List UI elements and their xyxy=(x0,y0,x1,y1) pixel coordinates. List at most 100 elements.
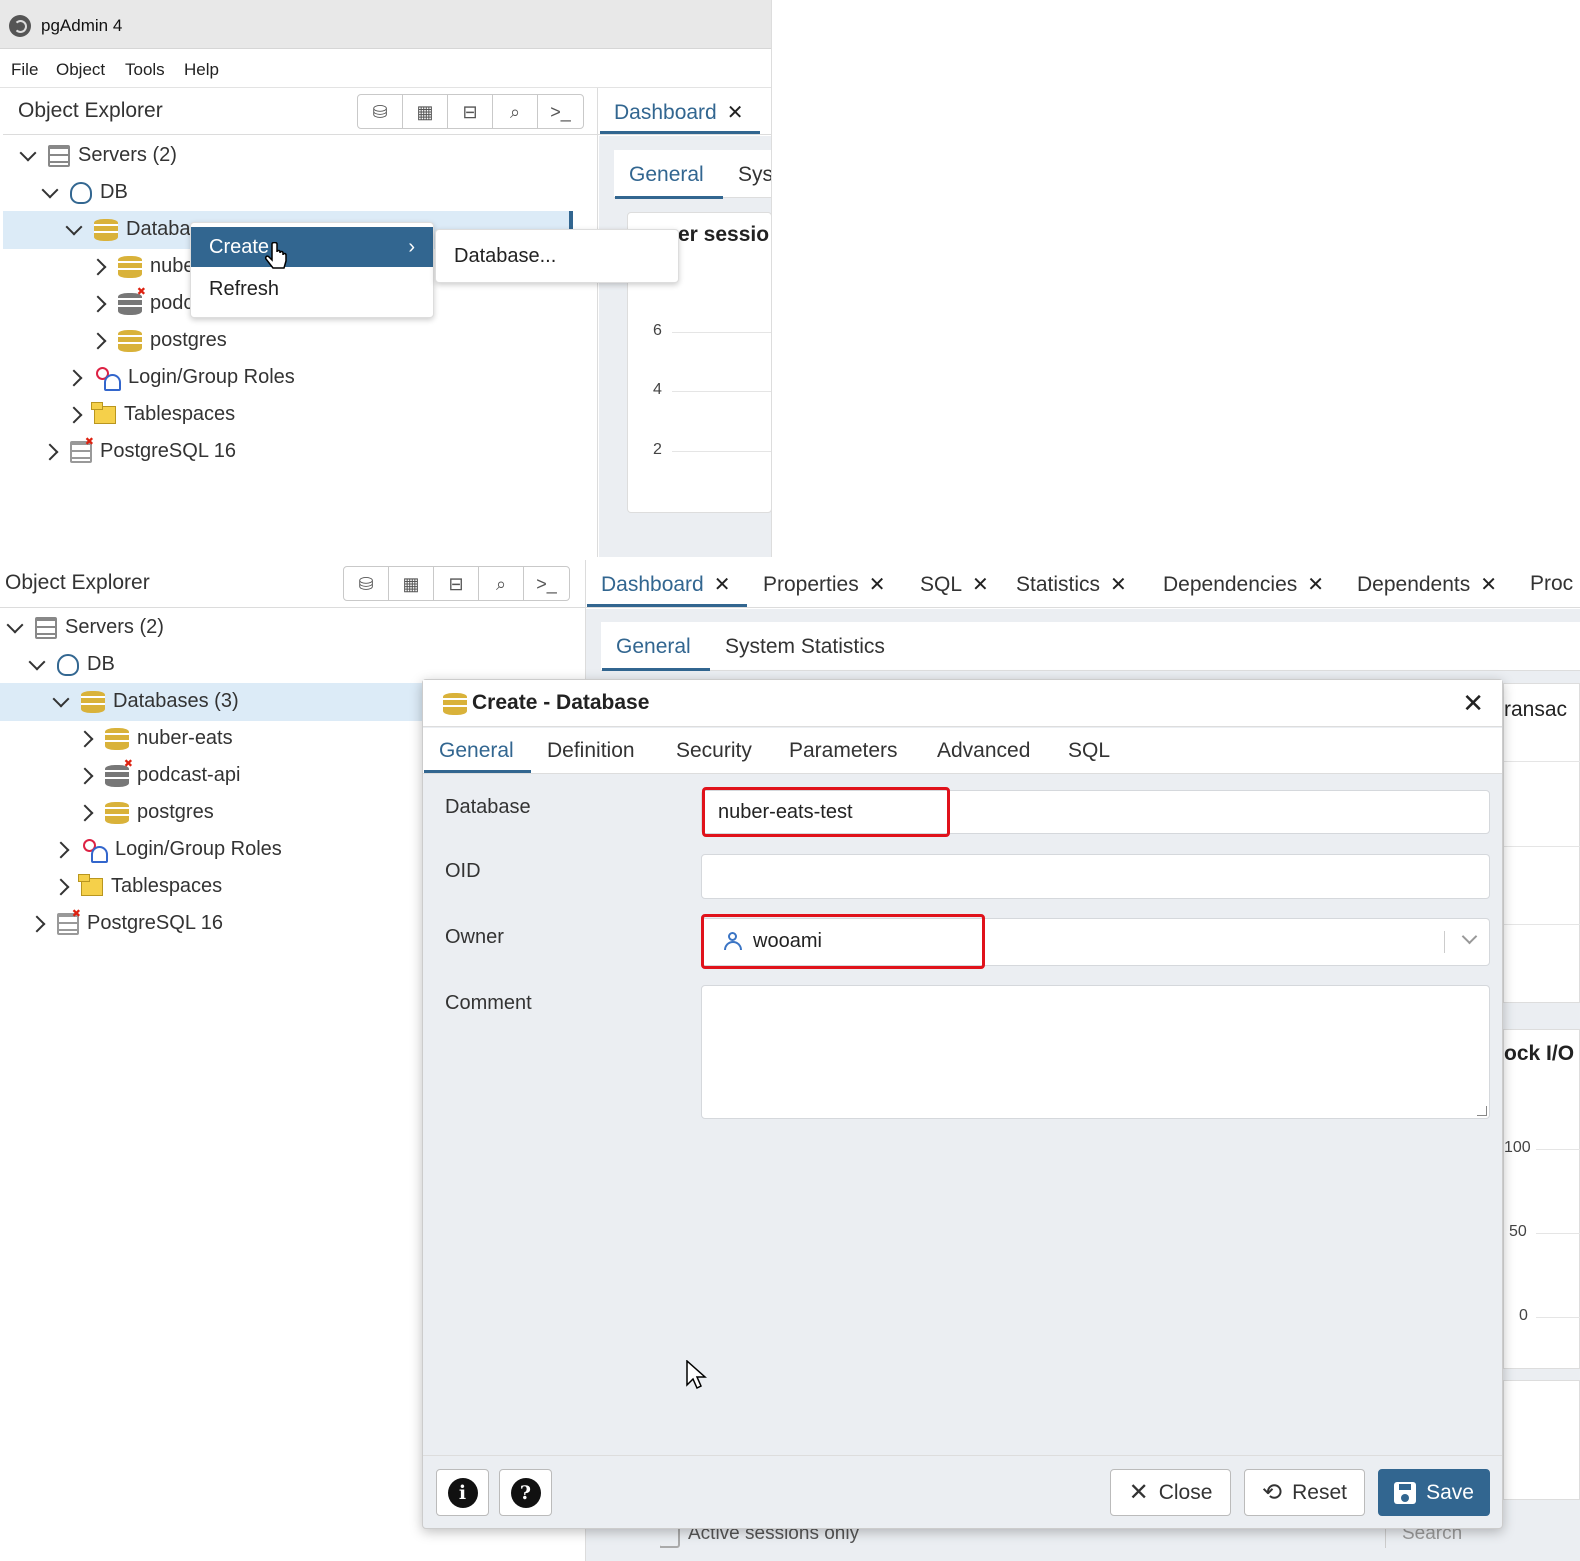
tab-dependents[interactable]: Dependents ✕ xyxy=(1357,572,1497,597)
menu-item-create-database[interactable]: Database... xyxy=(436,236,678,276)
view-data-icon[interactable]: ▦ xyxy=(389,567,434,600)
tree-pg16[interactable]: PostgreSQL 16 xyxy=(41,433,236,470)
transactions-panel: ransac xyxy=(1503,683,1580,1003)
close-icon[interactable]: ✕ xyxy=(1110,574,1127,596)
tab-security[interactable]: Security xyxy=(676,739,752,763)
tree-servers[interactable]: Servers (2) xyxy=(19,137,177,174)
tree-db-item[interactable]: podc xyxy=(89,285,194,322)
tab-sql[interactable]: SQL ✕ xyxy=(920,572,989,597)
tree-db-item-label: postgres xyxy=(150,329,227,351)
tree-db-item[interactable]: podcast-api xyxy=(76,757,240,794)
tab-advanced[interactable]: Advanced xyxy=(937,739,1030,763)
close-icon[interactable]: ✕ xyxy=(1480,574,1497,596)
active-tab-indicator xyxy=(424,770,531,773)
tree-db-item[interactable]: nube xyxy=(89,248,195,285)
tree-pg16[interactable]: PostgreSQL 16 xyxy=(28,905,224,942)
close-icon[interactable]: ✕ xyxy=(972,574,989,596)
tab-parameters[interactable]: Parameters xyxy=(789,739,898,763)
psql-terminal-icon[interactable]: >_ xyxy=(524,567,569,600)
databases-icon xyxy=(81,690,105,713)
tab-dependencies[interactable]: Dependencies ✕ xyxy=(1163,572,1324,597)
view-data-icon[interactable]: ▦ xyxy=(403,95,448,128)
dialog-title: Create - Database xyxy=(472,691,650,714)
query-tool-db-icon[interactable]: ⛁ xyxy=(344,567,389,600)
resize-handle-icon[interactable] xyxy=(1477,1106,1487,1116)
dialog-header: Create - Database ✕ xyxy=(423,680,1502,727)
oid-input[interactable] xyxy=(701,854,1490,899)
comment-textarea[interactable] xyxy=(701,985,1490,1119)
top-screenshot: pgAdmin 4 File Object Tools Help Object … xyxy=(0,0,772,557)
tree-db-item-label: nuber-eats xyxy=(137,727,233,749)
subtab-system[interactable]: Sys xyxy=(738,163,771,187)
tree-db-item[interactable]: postgres xyxy=(76,794,214,831)
subtab-general[interactable]: General xyxy=(629,163,704,187)
tab-general[interactable]: General xyxy=(439,739,514,763)
database-icon xyxy=(118,329,142,352)
save-icon xyxy=(1394,1481,1417,1504)
menu-help[interactable]: Help xyxy=(184,60,219,80)
hand-cursor-icon xyxy=(265,242,287,269)
tree-tablespaces-label: Tablespaces xyxy=(124,403,236,425)
database-disconnected-icon xyxy=(118,285,146,315)
tab-dashboard[interactable]: Dashboard ✕ xyxy=(614,100,744,125)
psql-terminal-icon[interactable]: >_ xyxy=(538,95,583,128)
tree-pg16-label: PostgreSQL 16 xyxy=(87,912,224,934)
help-button[interactable]: ? xyxy=(499,1469,552,1516)
tree-login-roles[interactable]: Login/Group Roles xyxy=(52,831,282,868)
menu-object[interactable]: Object xyxy=(56,60,105,80)
close-icon[interactable]: ✕ xyxy=(1462,688,1484,719)
close-button[interactable]: ✕ Close xyxy=(1110,1469,1231,1516)
tab-label: Dashboard xyxy=(601,573,704,596)
tab-dashboard[interactable]: Dashboard ✕ xyxy=(601,572,731,597)
tree-servers[interactable]: Servers (2) xyxy=(6,609,164,646)
query-tool-db-icon[interactable]: ⛁ xyxy=(358,95,403,128)
explorer-toolbar: ⛁ ▦ ⊟ ⌕ >_ xyxy=(357,94,584,129)
tree-login-roles[interactable]: Login/Group Roles xyxy=(65,359,295,396)
tab-definition[interactable]: Definition xyxy=(547,739,635,763)
search-icon[interactable]: ⌕ xyxy=(479,567,524,600)
tree-db-item[interactable]: postgres xyxy=(89,322,227,359)
close-icon[interactable]: ✕ xyxy=(727,102,744,124)
tree-tablespaces[interactable]: Tablespaces xyxy=(52,868,222,905)
chevron-down-icon[interactable] xyxy=(1461,928,1478,945)
menu-item-refresh[interactable]: Refresh xyxy=(191,269,433,309)
gridline xyxy=(1536,1149,1580,1150)
filter-rows-icon[interactable]: ⊟ xyxy=(448,95,493,128)
tree-db-server[interactable]: DB xyxy=(28,646,115,683)
tree-databases[interactable]: Databases (3) xyxy=(52,683,239,720)
subtab-system-statistics[interactable]: System Statistics xyxy=(725,635,885,659)
close-icon[interactable]: ✕ xyxy=(714,574,731,596)
subtab-indicator xyxy=(615,196,723,199)
gridline xyxy=(672,391,771,392)
close-icon[interactable]: ✕ xyxy=(1307,574,1324,596)
tab-processes[interactable]: Proc xyxy=(1530,572,1573,596)
tree-db-item[interactable]: nuber-eats xyxy=(76,720,233,757)
search-icon[interactable]: ⌕ xyxy=(493,95,538,128)
tab-properties[interactable]: Properties ✕ xyxy=(763,572,885,597)
tree-db-item-label: podc xyxy=(150,292,194,314)
postgres-elephant-icon xyxy=(70,181,92,204)
gridline xyxy=(672,332,771,333)
highlight-outline xyxy=(702,787,950,837)
tab-label: Dependents xyxy=(1357,573,1471,596)
reset-button[interactable]: ⟲ Reset xyxy=(1244,1469,1365,1516)
chevron-right-icon: › xyxy=(408,236,415,258)
y-tick: 2 xyxy=(653,441,662,458)
tree-tablespaces[interactable]: Tablespaces xyxy=(65,396,236,433)
subtab-general[interactable]: General xyxy=(616,635,691,659)
tab-sql[interactable]: SQL xyxy=(1068,739,1110,763)
menu-file[interactable]: File xyxy=(11,60,38,80)
help-icon: ? xyxy=(510,1477,541,1508)
tree-db-server[interactable]: DB xyxy=(41,174,128,211)
tablespaces-icon xyxy=(91,401,116,424)
menu-tools[interactable]: Tools xyxy=(125,60,165,80)
database-icon xyxy=(118,255,142,278)
tab-statistics[interactable]: Statistics ✕ xyxy=(1016,572,1127,597)
save-button[interactable]: Save xyxy=(1378,1469,1490,1516)
filter-rows-icon[interactable]: ⊟ xyxy=(434,567,479,600)
close-icon: ✕ xyxy=(1128,1479,1149,1506)
close-icon[interactable]: ✕ xyxy=(869,574,886,596)
menu-item-create[interactable]: Create › xyxy=(191,227,433,267)
info-button[interactable]: i xyxy=(436,1469,489,1516)
tree-databases[interactable]: Databa xyxy=(65,211,191,248)
